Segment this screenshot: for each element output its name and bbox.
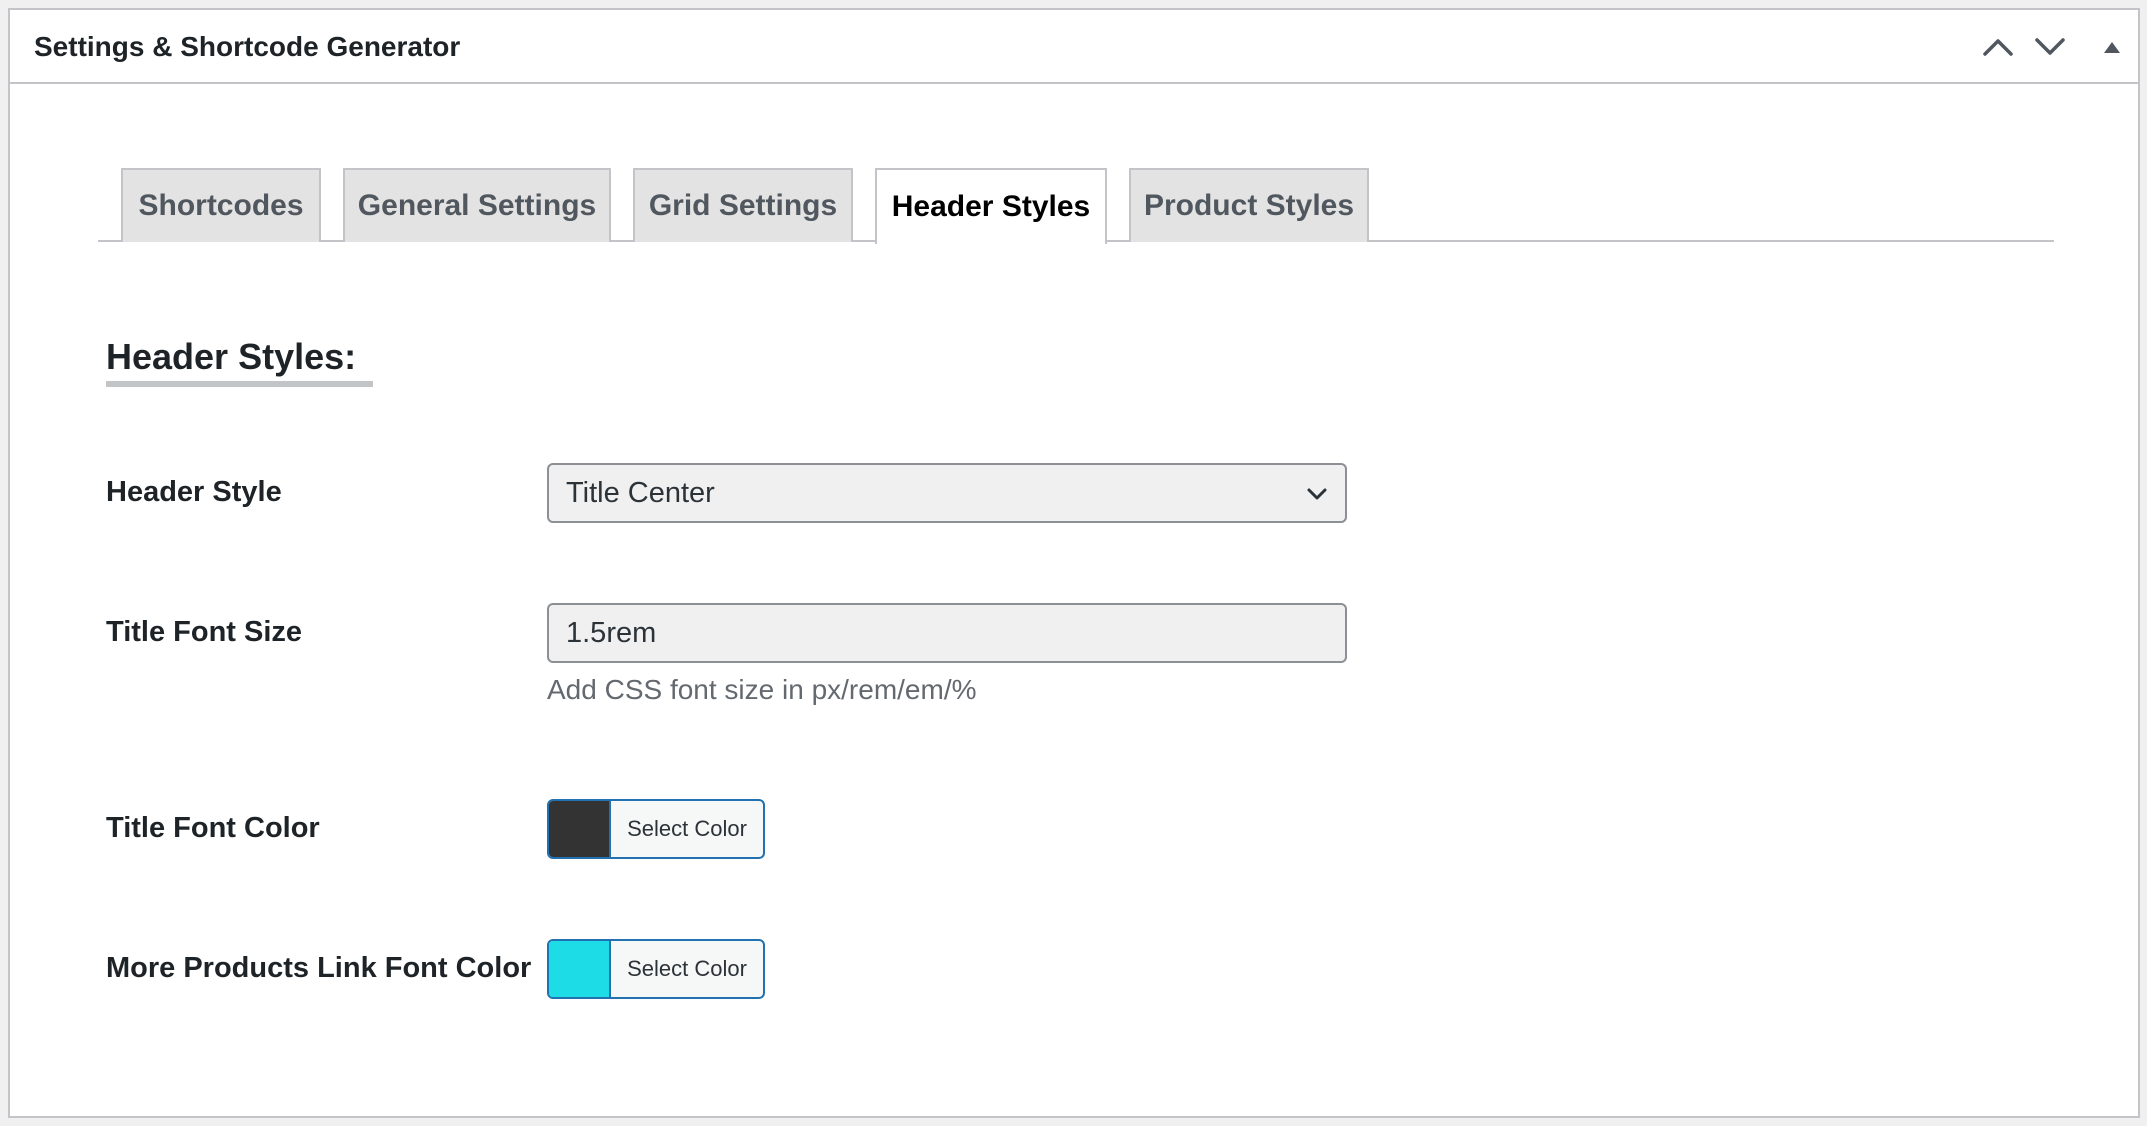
- section-underline: [106, 381, 373, 387]
- tab-product-styles[interactable]: Product Styles: [1129, 168, 1369, 242]
- more-link-color-swatch: [549, 941, 611, 997]
- title-font-size-help: Add CSS font size in px/rem/em/%: [547, 674, 977, 705]
- move-down-button[interactable]: [2030, 27, 2070, 67]
- tab-header-styles[interactable]: Header Styles: [875, 168, 1107, 244]
- toggle-panel-button[interactable]: [2092, 27, 2132, 67]
- title-font-size-input[interactable]: [547, 603, 1347, 663]
- header-style-label: Header Style: [106, 476, 282, 508]
- header-style-select[interactable]: Title Center: [547, 463, 1347, 523]
- panel-header: Settings & Shortcode Generator: [10, 10, 2138, 84]
- title-font-color-button[interactable]: Select Color: [547, 799, 765, 859]
- tab-grid-settings[interactable]: Grid Settings: [633, 168, 853, 242]
- tab-shortcodes[interactable]: Shortcodes: [121, 168, 321, 242]
- title-font-size-label: Title Font Size: [106, 616, 303, 648]
- title-font-color-label: Title Font Color: [106, 812, 320, 844]
- more-link-color-label: More Products Link Font Color: [106, 952, 532, 984]
- section-title: Header Styles:: [106, 336, 357, 377]
- chevron-down-icon: [2035, 38, 2065, 55]
- triangle-up-icon: [2104, 42, 2120, 53]
- panel-title: Settings & Shortcode Generator: [34, 31, 461, 62]
- chevron-up-icon: [1983, 39, 2013, 56]
- select-color-label: Select Color: [627, 956, 747, 981]
- tab-general-settings[interactable]: General Settings: [343, 168, 611, 242]
- chevron-down-icon: [1307, 488, 1327, 500]
- more-link-color-button[interactable]: Select Color: [547, 939, 765, 999]
- settings-panel: Settings & Shortcode Generator Shortcode…: [8, 8, 2140, 1118]
- header-style-value: Title Center: [566, 477, 715, 509]
- tab-bar: Shortcodes General Settings Grid Setting…: [98, 160, 2054, 244]
- move-up-button[interactable]: [1978, 27, 2018, 67]
- select-color-label: Select Color: [627, 816, 747, 841]
- title-font-color-swatch: [549, 801, 611, 857]
